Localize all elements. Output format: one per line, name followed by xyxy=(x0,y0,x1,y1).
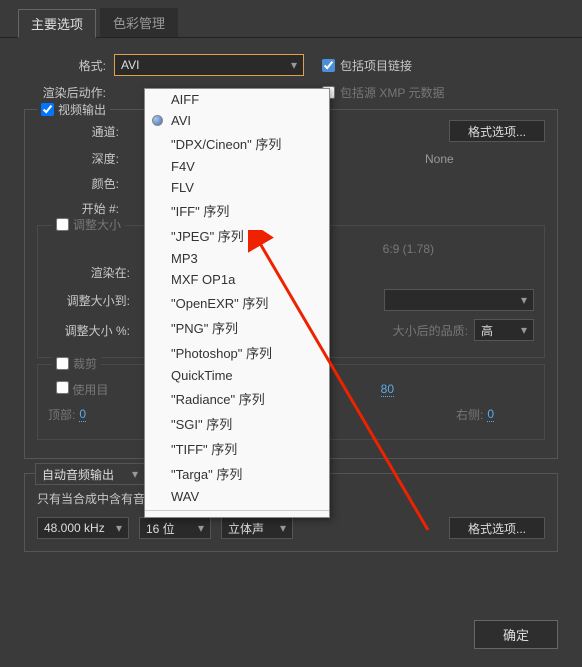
color-label: 颜色: xyxy=(37,175,127,192)
audio-output-mode-value: 自动音频输出 xyxy=(42,466,114,483)
video-output-toggle[interactable] xyxy=(41,103,54,116)
project-link-label: 包括项目链接 xyxy=(340,57,412,74)
audio-stereo-select[interactable]: 立体声 xyxy=(221,517,293,539)
format-option[interactable]: MXF OP1a xyxy=(145,269,329,290)
format-option[interactable]: WAV xyxy=(145,486,329,507)
format-label: 格式: xyxy=(24,57,114,74)
channel-label: 通道: xyxy=(37,123,127,140)
crop-use-target-label: 使用目 xyxy=(72,383,108,397)
audio-rate-select[interactable]: 48.000 kHz xyxy=(37,517,129,539)
format-select[interactable]: AVI xyxy=(114,54,304,76)
format-option[interactable]: AVI xyxy=(145,110,329,131)
audio-bits-value: 16 位 xyxy=(146,520,175,537)
project-link-checkbox[interactable]: 包括项目链接 xyxy=(322,57,412,74)
crop-use-target-check[interactable] xyxy=(56,381,69,394)
format-option[interactable]: F4V xyxy=(145,156,329,177)
depth-label: 深度: xyxy=(37,150,127,167)
format-option[interactable]: "PNG" 序列 xyxy=(145,315,329,340)
project-link-check-input[interactable] xyxy=(322,59,335,72)
resize-quality-label: 大小后的品质: xyxy=(393,322,468,339)
crop-title: 裁剪 xyxy=(73,355,97,372)
depth-value-none: None xyxy=(425,152,545,166)
format-option[interactable]: "SGI" 序列 xyxy=(145,411,329,436)
crop-toggle[interactable] xyxy=(56,357,69,370)
format-option[interactable]: "Targa" 序列 xyxy=(145,461,329,486)
tab-color-management[interactable]: 色彩管理 xyxy=(100,8,178,37)
crop-right-label: 右侧: xyxy=(456,406,483,423)
crop-right-value[interactable]: 0 xyxy=(487,407,494,422)
format-option[interactable]: "DPX/Cineon" 序列 xyxy=(145,131,329,156)
crop-top-value[interactable]: 0 xyxy=(79,407,86,422)
xmp-label: 包括源 XMP 元数据 xyxy=(340,84,444,101)
post-render-label: 渲染后动作: xyxy=(24,84,114,101)
resize-toggle[interactable] xyxy=(56,218,69,231)
format-option[interactable]: "OpenEXR" 序列 xyxy=(145,290,329,315)
audio-output-mode-select[interactable]: 自动音频输出 xyxy=(35,463,145,485)
format-option[interactable]: "IFF" 序列 xyxy=(145,198,329,223)
audio-bits-select[interactable]: 16 位 xyxy=(139,517,211,539)
resize-quality-select[interactable]: 高 xyxy=(474,319,534,341)
resize-pct-label: 调整大小 %: xyxy=(48,322,138,339)
audio-stereo-value: 立体声 xyxy=(228,520,264,537)
tab-main[interactable]: 主要选项 xyxy=(18,9,96,38)
format-option[interactable]: MP3 xyxy=(145,248,329,269)
resize-to-label: 调整大小到: xyxy=(48,292,138,309)
format-selected-value: AVI xyxy=(121,58,139,72)
format-option[interactable]: FLV xyxy=(145,177,329,198)
render-at-label: 渲染在: xyxy=(48,264,138,281)
dropdown-more-formats[interactable]: AME 中的更多格式 xyxy=(145,514,329,518)
crop-val-80[interactable]: 80 xyxy=(381,382,394,397)
resize-quality-value: 高 xyxy=(481,322,493,339)
dropdown-separator xyxy=(145,510,329,511)
xmp-checkbox[interactable]: 包括源 XMP 元数据 xyxy=(322,84,444,101)
start-num-label: 开始 #: xyxy=(37,200,127,217)
audio-format-options-button[interactable]: 格式选项... xyxy=(449,517,545,539)
resize-to-select[interactable] xyxy=(384,289,534,311)
format-option[interactable]: AIFF xyxy=(145,89,329,110)
confirm-button[interactable]: 确定 xyxy=(474,620,558,649)
resize-title: 调整大小 xyxy=(73,216,121,233)
crop-top-label: 顶部: xyxy=(48,406,75,423)
format-option[interactable]: QuickTime xyxy=(145,365,329,386)
format-option[interactable]: "Radiance" 序列 xyxy=(145,386,329,411)
video-format-options-button[interactable]: 格式选项... xyxy=(449,120,545,142)
audio-rate-value: 48.000 kHz xyxy=(44,521,105,535)
video-output-title: 视频输出 xyxy=(58,101,106,118)
format-option[interactable]: "TIFF" 序列 xyxy=(145,436,329,461)
format-option[interactable]: "JPEG" 序列 xyxy=(145,223,329,248)
format-dropdown-list[interactable]: AIFFAVI"DPX/Cineon" 序列F4VFLV"IFF" 序列"JPE… xyxy=(144,88,330,518)
format-option[interactable]: "Photoshop" 序列 xyxy=(145,340,329,365)
ratio-value: 6:9 (1.78) xyxy=(383,242,434,256)
